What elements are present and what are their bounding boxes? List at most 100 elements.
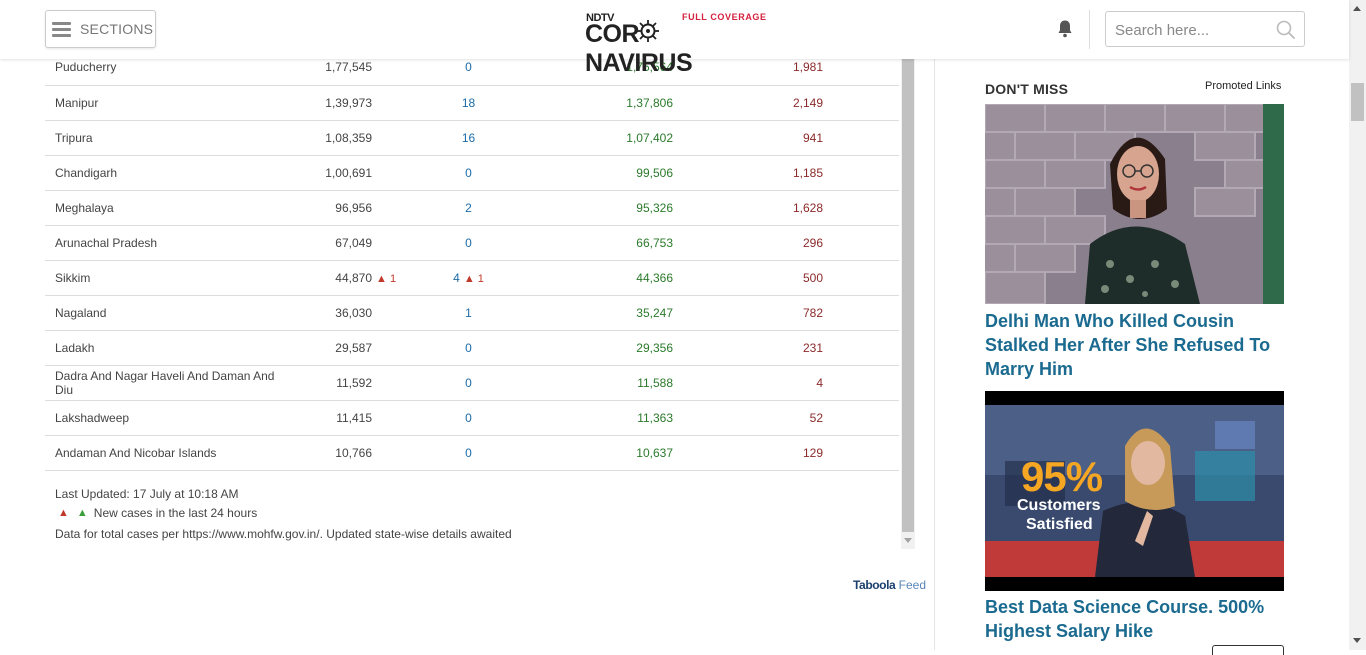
taboola-feed-logo[interactable]: Taboola Feed (853, 578, 926, 592)
deaths-cell-value: 4 (816, 375, 823, 390)
table-row: Nagaland 36,030 1 35,247 782 (45, 295, 899, 331)
state-name-cell: Nagaland (45, 295, 285, 331)
table-row: Chandigarh 1,00,691 0 99,506 1,185 (45, 155, 899, 191)
state-name-cell-value: Puducherry (55, 60, 117, 75)
partial-button[interactable] (1212, 645, 1284, 655)
active-cell-value: 0 (465, 60, 472, 75)
active-cell: 4 ▲ 1 (412, 260, 525, 296)
ad-stat-line-2: Satisfied (1026, 516, 1093, 533)
table-scroll-down-arrow-icon[interactable] (904, 538, 912, 543)
virus-icon (637, 20, 659, 42)
confirmed-cell-value: 11,592 (336, 375, 372, 390)
active-cell: 16 (412, 120, 525, 156)
notification-bell-icon[interactable] (1056, 19, 1074, 39)
active-cell-value: 0 (465, 410, 472, 425)
search-box[interactable] (1105, 11, 1305, 47)
page-scrollbar-thumb[interactable] (1351, 83, 1364, 121)
active-cell-value: 0 (465, 340, 472, 355)
card-image-data-science-ad[interactable]: 95% Customers Satisfied (985, 391, 1284, 591)
recovered-cell: 44,366 (525, 260, 673, 296)
table-scrollbar-thumb[interactable] (902, 59, 914, 532)
card-headline-link[interactable]: Delhi Man Who Killed Cousin Stalked Her … (985, 309, 1284, 381)
confirmed-increase-cell (372, 120, 412, 156)
card-headline-link[interactable]: Best Data Science Course. 500% Highest S… (985, 595, 1284, 643)
confirmed-cell: 44,870 (285, 260, 372, 296)
confirmed-cell-value: 67,049 (335, 235, 372, 250)
confirmed-increase-indicator: ▲ 1 (376, 272, 397, 285)
confirmed-cell: 11,592 (285, 365, 372, 401)
confirmed-cell-value: 11,415 (336, 410, 372, 425)
recovered-cell: 11,363 (525, 400, 673, 436)
search-input[interactable] (1115, 20, 1270, 40)
state-name-cell-value: Nagaland (55, 305, 107, 320)
site-header: SECTIONS NDTV FULL COVERAGE CORNAVIRUS (0, 0, 1349, 77)
state-name-cell: Sikkim (45, 260, 285, 296)
new-cases-legend: ▲ ▲ New cases in the last 24 hours (55, 504, 512, 523)
deaths-cell-value: 1,628 (792, 200, 823, 215)
recovered-cell: 99,506 (525, 155, 673, 191)
active-cell: 0 (412, 155, 525, 191)
column-divider (934, 59, 935, 650)
confirmed-cell-value: 1,77,545 (325, 60, 372, 75)
deaths-cell: 4 (673, 365, 823, 401)
promoted-links-label[interactable]: Promoted Links (1205, 80, 1281, 92)
confirmed-increase-cell (372, 225, 412, 261)
state-name-cell: Lakshadweep (45, 400, 285, 436)
table-row: Sikkim 44,870 ▲ 1 4 ▲ 1 44,366 500 (45, 260, 899, 296)
state-name-cell: Ladakh (45, 330, 285, 366)
recovered-cell-value: 35,247 (636, 305, 673, 320)
deaths-cell: 129 (673, 435, 823, 471)
deaths-cell-value: 1,981 (792, 60, 823, 75)
dont-miss-heading: DON'T MISS (985, 81, 1069, 97)
confirmed-cell: 1,00,691 (285, 155, 372, 191)
confirmed-increase-cell: ▲ 1 (372, 260, 412, 296)
page-scroll-up-arrow-icon[interactable] (1353, 6, 1361, 11)
active-cell-value: 0 (465, 375, 472, 390)
ad-big-stat: 95% (1021, 453, 1103, 500)
state-name-cell: Meghalaya (45, 190, 285, 226)
last-updated-text: Last Updated: 17 July at 10:18 AM (55, 487, 239, 501)
card-image-woman-portrait[interactable] (985, 104, 1284, 304)
table-row: Meghalaya 96,956 2 95,326 1,628 (45, 190, 899, 226)
state-name-cell: Dadra And Nagar Haveli And Daman And Diu (45, 365, 285, 401)
confirmed-increase-cell (372, 365, 412, 401)
row-end-padding (823, 435, 899, 471)
recovered-cell-value: 10,637 (636, 445, 673, 460)
confirmed-increase-cell (372, 190, 412, 226)
deaths-cell-value: 129 (802, 445, 823, 460)
state-name-cell-value: Lakshadweep (55, 410, 130, 425)
row-end-padding (823, 155, 899, 191)
sections-label: SECTIONS (80, 21, 154, 37)
state-name-cell: Manipur (45, 85, 285, 121)
state-covid-table: Puducherry 1,77,545 0 1,75,564 1,981 Manipur 1… (45, 50, 900, 471)
recovered-cell-value: 66,753 (636, 235, 673, 250)
active-cell: 0 (412, 435, 525, 471)
active-cell-value: 2 (465, 200, 472, 215)
deaths-cell-value: 296 (802, 235, 823, 250)
confirmed-cell-value: 96,956 (335, 200, 372, 215)
ndtv-coronavirus-logo[interactable]: NDTV FULL COVERAGE CORNAVIRUS (585, 12, 767, 77)
ad-stat-line-1: Customers (1017, 497, 1101, 514)
active-cell: 0 (412, 330, 525, 366)
active-cell: 2 (412, 190, 525, 226)
active-cell-value: 0 (465, 235, 472, 250)
header-divider (1089, 10, 1090, 49)
active-cell-value: 4 (453, 270, 460, 285)
page-scrollbar[interactable] (1349, 0, 1366, 650)
table-scrollbar[interactable] (901, 59, 915, 549)
active-cell: 0 (412, 225, 525, 261)
state-name-cell: Arunachal Pradesh (45, 225, 285, 261)
confirmed-cell: 1,39,973 (285, 85, 372, 121)
green-up-triangle-icon: ▲ (76, 507, 88, 519)
deaths-cell: 1,628 (673, 190, 823, 226)
state-name-cell-value: Andaman And Nicobar Islands (55, 445, 217, 460)
deaths-cell: 231 (673, 330, 823, 366)
recovered-cell-value: 99,506 (636, 165, 673, 180)
state-name-cell-value: Ladakh (55, 340, 95, 355)
page-scroll-down-arrow-icon[interactable] (1353, 638, 1361, 643)
confirmed-cell-value: 10,766 (335, 445, 372, 460)
row-end-padding (823, 365, 899, 401)
search-icon[interactable] (1276, 20, 1296, 40)
sections-menu-button[interactable]: SECTIONS (45, 10, 156, 48)
recovered-cell-value: 95,326 (636, 200, 673, 215)
